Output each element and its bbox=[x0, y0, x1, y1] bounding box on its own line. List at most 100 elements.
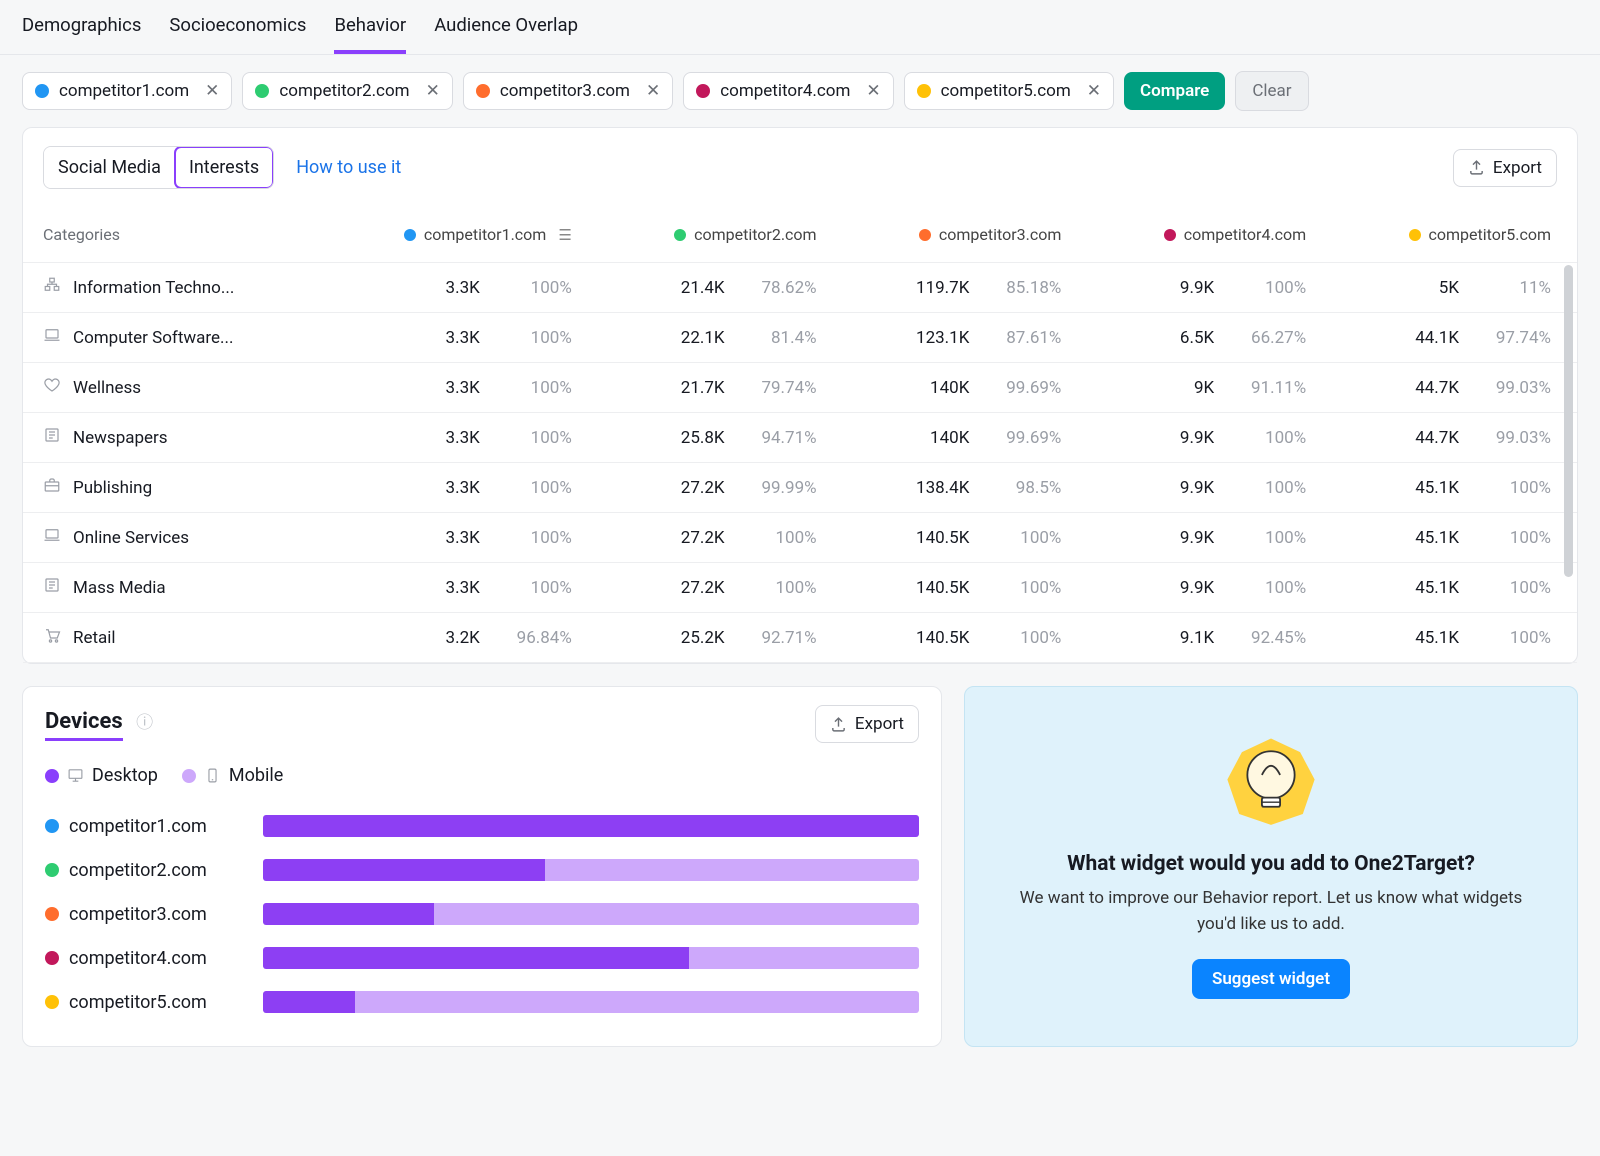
table-cell: 25.8K94.71% bbox=[578, 428, 823, 448]
table-row[interactable]: Information Techno...3.3K100%21.4K78.62%… bbox=[23, 263, 1577, 313]
dot-icon bbox=[45, 907, 59, 921]
table-row[interactable]: Mass Media3.3K100%27.2K100%140.5K100%9.9… bbox=[23, 563, 1577, 613]
table-cell: 3.3K100% bbox=[333, 278, 578, 298]
remove-chip-icon[interactable]: ✕ bbox=[860, 81, 880, 101]
cell-percent: 100% bbox=[504, 278, 572, 298]
competitor-chip[interactable]: competitor1.com ✕ bbox=[22, 72, 232, 110]
remove-chip-icon[interactable]: ✕ bbox=[420, 81, 440, 101]
cell-value: 140.5K bbox=[907, 578, 969, 598]
category-icon bbox=[43, 326, 61, 349]
seg-social-media[interactable]: Social Media bbox=[44, 147, 175, 188]
table-cell: 3.2K96.84% bbox=[333, 628, 578, 648]
cell-percent: 100% bbox=[1483, 578, 1551, 598]
remove-chip-icon[interactable]: ✕ bbox=[640, 81, 660, 101]
cell-value: 45.1K bbox=[1397, 528, 1459, 548]
export-icon bbox=[1468, 159, 1485, 176]
table-row[interactable]: Retail3.2K96.84%25.2K92.71%140.5K100%9.1… bbox=[23, 613, 1577, 663]
category-icon bbox=[43, 376, 61, 399]
table-cell: 138.4K 98.5% bbox=[823, 478, 1068, 498]
dot-icon bbox=[182, 769, 196, 783]
th-competitor4[interactable]: competitor4.com bbox=[1067, 225, 1312, 244]
tab-audience-overlap[interactable]: Audience Overlap bbox=[434, 14, 578, 40]
table-cell: 45.1K100% bbox=[1312, 528, 1557, 548]
cell-percent: 100% bbox=[1238, 478, 1306, 498]
dot-icon bbox=[45, 819, 59, 833]
dot-icon bbox=[1409, 229, 1421, 241]
bar-mobile-segment bbox=[355, 991, 919, 1013]
competitor-chip[interactable]: competitor3.com ✕ bbox=[463, 72, 673, 110]
table-cell: 140K99.69% bbox=[823, 428, 1068, 448]
info-icon[interactable]: ⓘ bbox=[136, 713, 153, 733]
cell-percent: 100% bbox=[504, 478, 572, 498]
remove-chip-icon[interactable]: ✕ bbox=[1081, 81, 1101, 101]
th-categories[interactable]: Categories bbox=[43, 225, 333, 244]
table-row[interactable]: Publishing 3.3K 100% 27.2K99.99% 138.4K 98.5%… bbox=[23, 463, 1577, 513]
tab-socioeconomics[interactable]: Socioeconomics bbox=[169, 14, 306, 40]
competitor-chip[interactable]: competitor5.com ✕ bbox=[904, 72, 1114, 110]
scrollbar[interactable] bbox=[1564, 265, 1573, 577]
cell-value: 3.3K bbox=[418, 578, 480, 598]
cell-percent: 96.84% bbox=[504, 628, 572, 648]
suggest-headline: What widget would you add to One2Target? bbox=[1067, 852, 1475, 876]
tab-behavior[interactable]: Behavior bbox=[334, 14, 406, 40]
table-header: Categories competitor1.com☰ competitor2.… bbox=[23, 207, 1577, 263]
devices-export-button[interactable]: Export bbox=[815, 705, 919, 743]
cell-value: 27.2K bbox=[663, 478, 725, 498]
table-row[interactable]: Computer Software...3.3K100%22.1K81.4%12… bbox=[23, 313, 1577, 363]
cell-value: 44.7K bbox=[1397, 428, 1459, 448]
th-competitor1[interactable]: competitor1.com☰ bbox=[333, 225, 578, 244]
th-competitor3[interactable]: competitor3.com bbox=[823, 225, 1068, 244]
table-row[interactable]: Newspapers3.3K100%25.8K94.71%140K99.69%9… bbox=[23, 413, 1577, 463]
table-cell: 9.9K100% bbox=[1067, 578, 1312, 598]
export-button[interactable]: Export bbox=[1453, 149, 1557, 187]
competitor-dot-icon bbox=[255, 84, 269, 98]
cell-value: 3.3K bbox=[418, 478, 480, 498]
how-to-use-link[interactable]: How to use it bbox=[296, 157, 401, 178]
remove-chip-icon[interactable]: ✕ bbox=[199, 81, 219, 101]
cell-percent: 100% bbox=[1238, 578, 1306, 598]
cell-value: 45.1K bbox=[1397, 628, 1459, 648]
seg-interests[interactable]: Interests bbox=[175, 147, 273, 188]
cell-value: 45.1K bbox=[1397, 578, 1459, 598]
competitor-dot-icon bbox=[696, 84, 710, 98]
table-row[interactable]: Wellness3.3K100%21.7K79.74%140K99.69%9K9… bbox=[23, 363, 1577, 413]
device-row-label: competitor1.com bbox=[45, 816, 245, 837]
cell-value: 45.1K bbox=[1397, 478, 1459, 498]
category-cell: Publishing bbox=[43, 476, 333, 499]
th-competitor5[interactable]: competitor5.com bbox=[1312, 225, 1557, 244]
table-cell: 45.1K 100% bbox=[1312, 578, 1557, 598]
compare-button[interactable]: Compare bbox=[1124, 72, 1225, 110]
clear-button[interactable]: Clear bbox=[1235, 71, 1308, 111]
competitor-chip[interactable]: competitor2.com ✕ bbox=[242, 72, 452, 110]
competitor-name: competitor5.com bbox=[941, 81, 1071, 101]
cell-value: 9K bbox=[1152, 378, 1214, 398]
competitor-name: competitor4.com bbox=[720, 81, 850, 101]
bar-desktop-segment bbox=[263, 991, 355, 1013]
cell-percent: 100% bbox=[504, 528, 572, 548]
th-competitor2[interactable]: competitor2.com bbox=[578, 225, 823, 244]
table-cell: 44.7K99.03% bbox=[1312, 428, 1557, 448]
table-cell: 140K99.69% bbox=[823, 378, 1068, 398]
cell-percent: 98.5% bbox=[993, 478, 1061, 498]
table-cell: 119.7K85.18% bbox=[823, 278, 1068, 298]
table-cell: 27.2K99.99% bbox=[578, 478, 823, 498]
device-row: competitor5.com bbox=[45, 980, 919, 1024]
bar-mobile-segment bbox=[689, 947, 919, 969]
category-icon bbox=[43, 276, 61, 299]
table-cell: 3.3K100% bbox=[333, 528, 578, 548]
device-row: competitor1.com bbox=[45, 804, 919, 848]
competitor-name: competitor2.com bbox=[279, 81, 409, 101]
bar-mobile-segment bbox=[545, 859, 919, 881]
cell-percent: 99.69% bbox=[993, 428, 1061, 448]
bar-desktop-segment bbox=[263, 903, 434, 925]
devices-title: Devices bbox=[45, 709, 123, 741]
table-row[interactable]: Online Services3.3K100%27.2K100%140.5K10… bbox=[23, 513, 1577, 563]
sort-desc-icon[interactable]: ☰ bbox=[558, 226, 571, 244]
dot-icon bbox=[919, 229, 931, 241]
competitor-chip[interactable]: competitor4.com ✕ bbox=[683, 72, 893, 110]
category-cell: Mass Media bbox=[43, 576, 333, 599]
suggest-widget-button[interactable]: Suggest widget bbox=[1192, 959, 1350, 999]
cell-value: 138.4K bbox=[907, 478, 969, 498]
tab-demographics[interactable]: Demographics bbox=[22, 14, 141, 40]
dot-icon bbox=[45, 995, 59, 1009]
